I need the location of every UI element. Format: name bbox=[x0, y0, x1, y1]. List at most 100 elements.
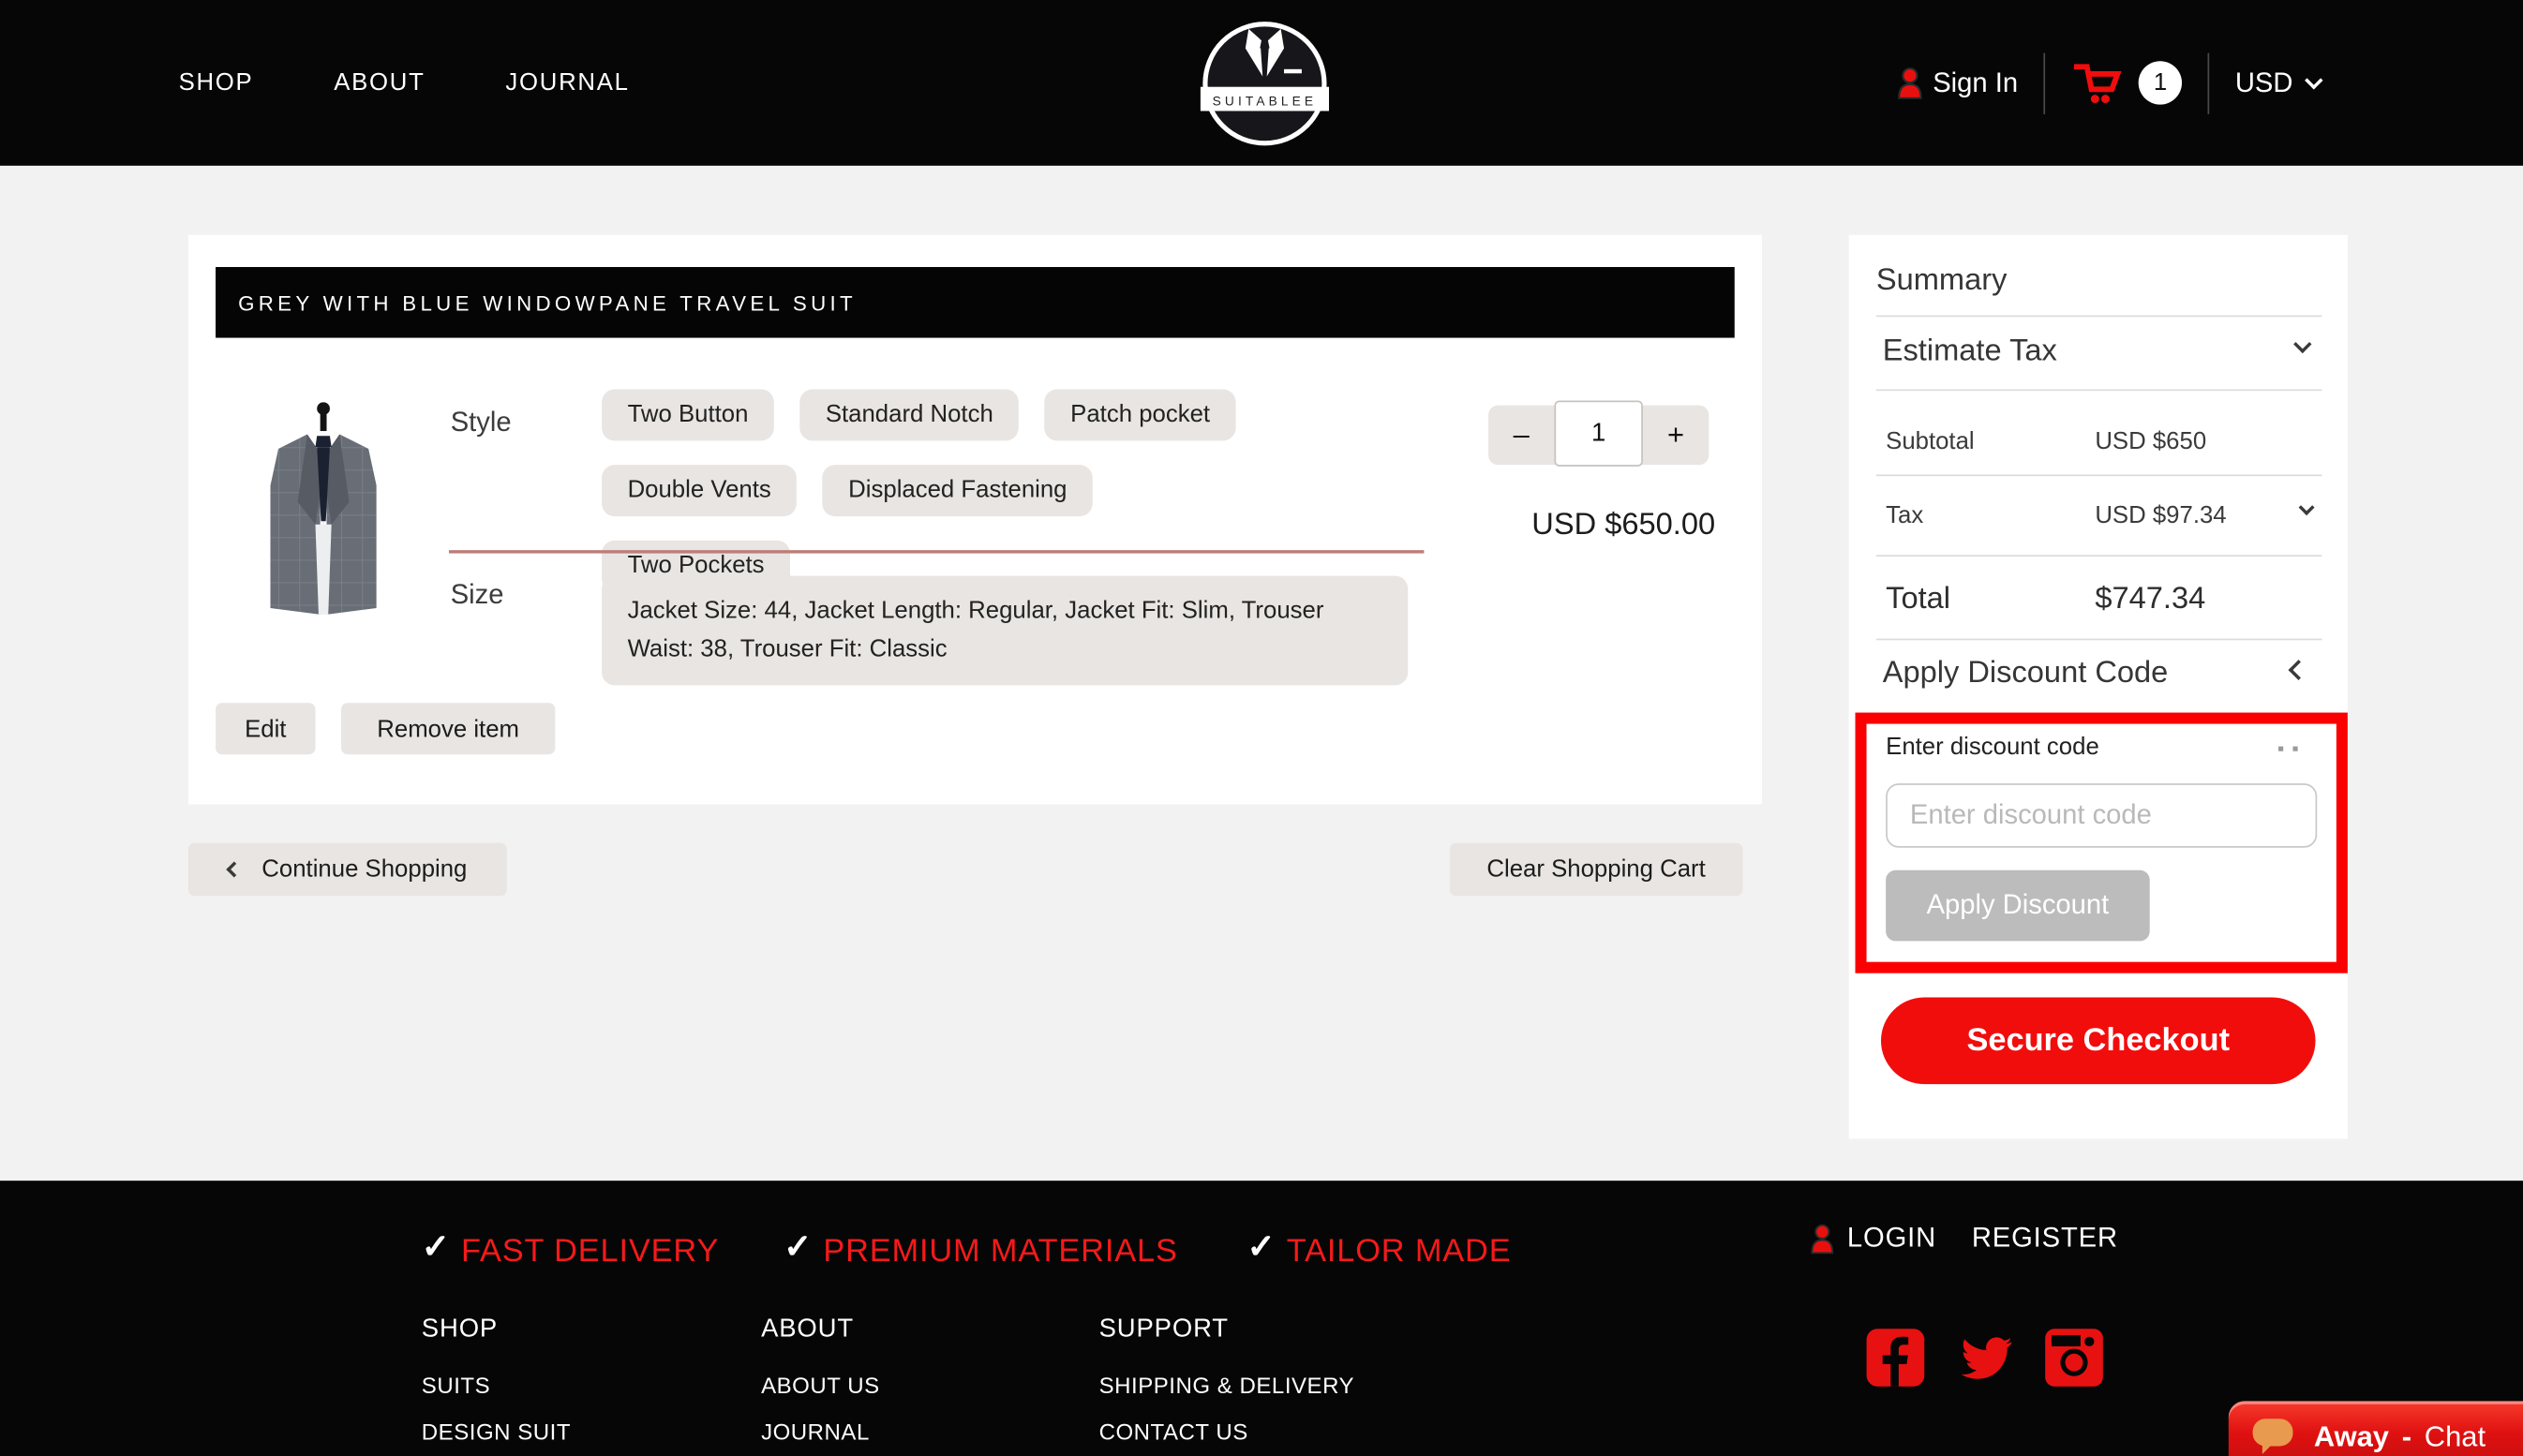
chat-status: Away bbox=[2314, 1419, 2389, 1453]
checkmark-icon: ✓ bbox=[1247, 1230, 1276, 1266]
remove-item-button[interactable]: Remove item bbox=[341, 703, 555, 754]
style-label: Style bbox=[451, 407, 512, 438]
sign-in-label: Sign In bbox=[1933, 67, 2018, 98]
chat-bubble-icon bbox=[2251, 1418, 2294, 1456]
chevron-left-icon bbox=[226, 861, 242, 877]
dots-decoration bbox=[2278, 747, 2307, 753]
item-price: USD $650.00 bbox=[1531, 509, 1715, 544]
footer-column-about: ABOUT ABOUT US JOURNAL bbox=[761, 1315, 880, 1456]
cart-button[interactable]: 1 bbox=[2071, 60, 2182, 107]
chevron-left-icon[interactable] bbox=[2289, 660, 2309, 680]
continue-shopping-button[interactable]: Continue Shopping bbox=[188, 843, 507, 897]
footer-column-support: SUPPORT SHIPPING & DELIVERY CONTACT US bbox=[1099, 1315, 1354, 1456]
header-divider bbox=[2208, 52, 2210, 113]
feature-premium-materials: ✓ PREMIUM MATERIALS bbox=[784, 1230, 1178, 1272]
product-title-bar: GREY WITH BLUE WINDOWPANE TRAVEL SUIT bbox=[216, 267, 1735, 338]
total-value: $747.34 bbox=[2095, 582, 2205, 617]
divider bbox=[1876, 316, 2322, 318]
browser-viewport: SHOP ABOUT JOURNAL SUITABLEE bbox=[0, 0, 2523, 1456]
product-image bbox=[258, 402, 390, 631]
footer-column-shop: SHOP SUITS DESIGN SUIT bbox=[422, 1315, 571, 1456]
edit-button[interactable]: Edit bbox=[216, 703, 315, 754]
size-value: Jacket Size: 44, Jacket Length: Regular,… bbox=[602, 576, 1408, 686]
checkmark-icon: ✓ bbox=[422, 1230, 450, 1266]
quantity-input[interactable] bbox=[1554, 400, 1642, 466]
footer-link-about-us[interactable]: ABOUT US bbox=[761, 1372, 880, 1397]
main-nav: SHOP ABOUT JOURNAL bbox=[179, 0, 630, 166]
continue-shopping-label: Continue Shopping bbox=[261, 855, 467, 883]
style-option-two-button[interactable]: Two Button bbox=[602, 389, 774, 440]
footer-heading-support[interactable]: SUPPORT bbox=[1099, 1315, 1354, 1345]
social-links bbox=[1867, 1329, 2103, 1387]
quantity-decrease-button[interactable]: – bbox=[1488, 418, 1554, 452]
chat-widget[interactable]: Away - Chat bbox=[2229, 1401, 2523, 1456]
footer-link-suits[interactable]: SUITS bbox=[422, 1372, 571, 1397]
sign-in-button[interactable]: Sign In bbox=[1897, 67, 2018, 98]
style-size-divider bbox=[449, 550, 1424, 553]
chat-divider: - bbox=[2402, 1419, 2411, 1453]
cart-icon bbox=[2071, 60, 2123, 107]
quantity-stepper: – + bbox=[1488, 406, 1709, 466]
secure-checkout-button[interactable]: Secure Checkout bbox=[1881, 997, 2316, 1084]
footer-link-journal[interactable]: JOURNAL bbox=[761, 1419, 880, 1444]
footer-heading-about[interactable]: ABOUT bbox=[761, 1315, 880, 1345]
divider bbox=[1876, 639, 2322, 641]
site-header: SHOP ABOUT JOURNAL SUITABLEE bbox=[0, 0, 2523, 166]
divider bbox=[1876, 389, 2322, 391]
tax-label: Tax bbox=[1886, 502, 1923, 529]
chevron-down-icon[interactable] bbox=[2299, 499, 2315, 515]
suit-image bbox=[258, 402, 390, 631]
register-link[interactable]: REGISTER bbox=[1972, 1223, 2118, 1255]
style-option-patch-pocket[interactable]: Patch pocket bbox=[1045, 389, 1236, 440]
suitablee-logo[interactable]: SUITABLEE bbox=[1201, 20, 1329, 148]
feature-label: PREMIUM MATERIALS bbox=[823, 1230, 1177, 1272]
chevron-down-icon bbox=[2305, 70, 2322, 88]
divider bbox=[1876, 474, 2322, 476]
quantity-increase-button[interactable]: + bbox=[1643, 418, 1709, 452]
nav-about[interactable]: ABOUT bbox=[334, 69, 425, 97]
footer-link-design-suit[interactable]: DESIGN SUIT bbox=[422, 1419, 571, 1444]
subtotal-value: USD $650 bbox=[2095, 428, 2206, 455]
summary-title: Summary bbox=[1876, 264, 2008, 300]
tax-value: USD $97.34 bbox=[2095, 502, 2226, 529]
apply-discount-toggle[interactable]: Apply Discount Code bbox=[1883, 656, 2169, 691]
currency-label: USD bbox=[2235, 67, 2293, 98]
discount-code-label: Enter discount code bbox=[1886, 734, 2099, 761]
cart-item-card: GREY WITH BLUE WINDOWPANE TRAVEL SUIT bbox=[188, 235, 1762, 805]
subtotal-label: Subtotal bbox=[1886, 428, 1975, 455]
checkmark-icon: ✓ bbox=[784, 1230, 812, 1266]
style-option-double-vents[interactable]: Double Vents bbox=[602, 465, 797, 516]
footer-link-contact-us[interactable]: CONTACT US bbox=[1099, 1419, 1354, 1444]
feature-label: FAST DELIVERY bbox=[461, 1230, 719, 1272]
logo-icon: SUITABLEE bbox=[1201, 20, 1329, 148]
feature-fast-delivery: ✓ FAST DELIVERY bbox=[422, 1230, 719, 1272]
cart-count-badge: 1 bbox=[2139, 61, 2182, 104]
chat-label: Chat bbox=[2425, 1419, 2486, 1453]
feature-tailor-made: ✓ TAILOR MADE bbox=[1247, 1230, 1512, 1272]
order-summary-card: Summary Estimate Tax Subtotal USD $650 T… bbox=[1849, 235, 2348, 1139]
style-option-standard-notch[interactable]: Standard Notch bbox=[799, 389, 1019, 440]
shopping-cart-page: SHOP ABOUT JOURNAL SUITABLEE bbox=[0, 0, 2523, 1456]
footer-link-shipping-delivery[interactable]: SHIPPING & DELIVERY bbox=[1099, 1372, 1354, 1397]
divider bbox=[1876, 555, 2322, 557]
chevron-down-icon[interactable] bbox=[2293, 335, 2311, 353]
nav-journal[interactable]: JOURNAL bbox=[505, 69, 629, 97]
twitter-icon[interactable] bbox=[1955, 1329, 2015, 1387]
clear-cart-button[interactable]: Clear Shopping Cart bbox=[1450, 843, 1742, 897]
login-link[interactable]: LOGIN bbox=[1847, 1223, 1936, 1255]
facebook-icon[interactable] bbox=[1867, 1329, 1925, 1387]
apply-discount-button[interactable]: Apply Discount bbox=[1886, 870, 2150, 942]
size-label: Size bbox=[451, 579, 504, 611]
style-option-displaced-fastening[interactable]: Displaced Fastening bbox=[823, 465, 1093, 516]
currency-selector[interactable]: USD bbox=[2235, 67, 2321, 98]
footer-heading-shop[interactable]: SHOP bbox=[422, 1315, 571, 1345]
instagram-icon[interactable] bbox=[2045, 1329, 2103, 1387]
estimate-tax-toggle[interactable]: Estimate Tax bbox=[1883, 334, 2057, 370]
total-label: Total bbox=[1886, 582, 1950, 617]
feature-label: TAILOR MADE bbox=[1287, 1230, 1512, 1272]
site-footer: ✓ FAST DELIVERY ✓ PREMIUM MATERIALS ✓ TA… bbox=[0, 1181, 2523, 1456]
product-title: GREY WITH BLUE WINDOWPANE TRAVEL SUIT bbox=[216, 290, 857, 315]
nav-shop[interactable]: SHOP bbox=[179, 69, 254, 97]
discount-code-input[interactable] bbox=[1886, 783, 2317, 848]
footer-auth: LOGIN REGISTER bbox=[1810, 1223, 2117, 1255]
